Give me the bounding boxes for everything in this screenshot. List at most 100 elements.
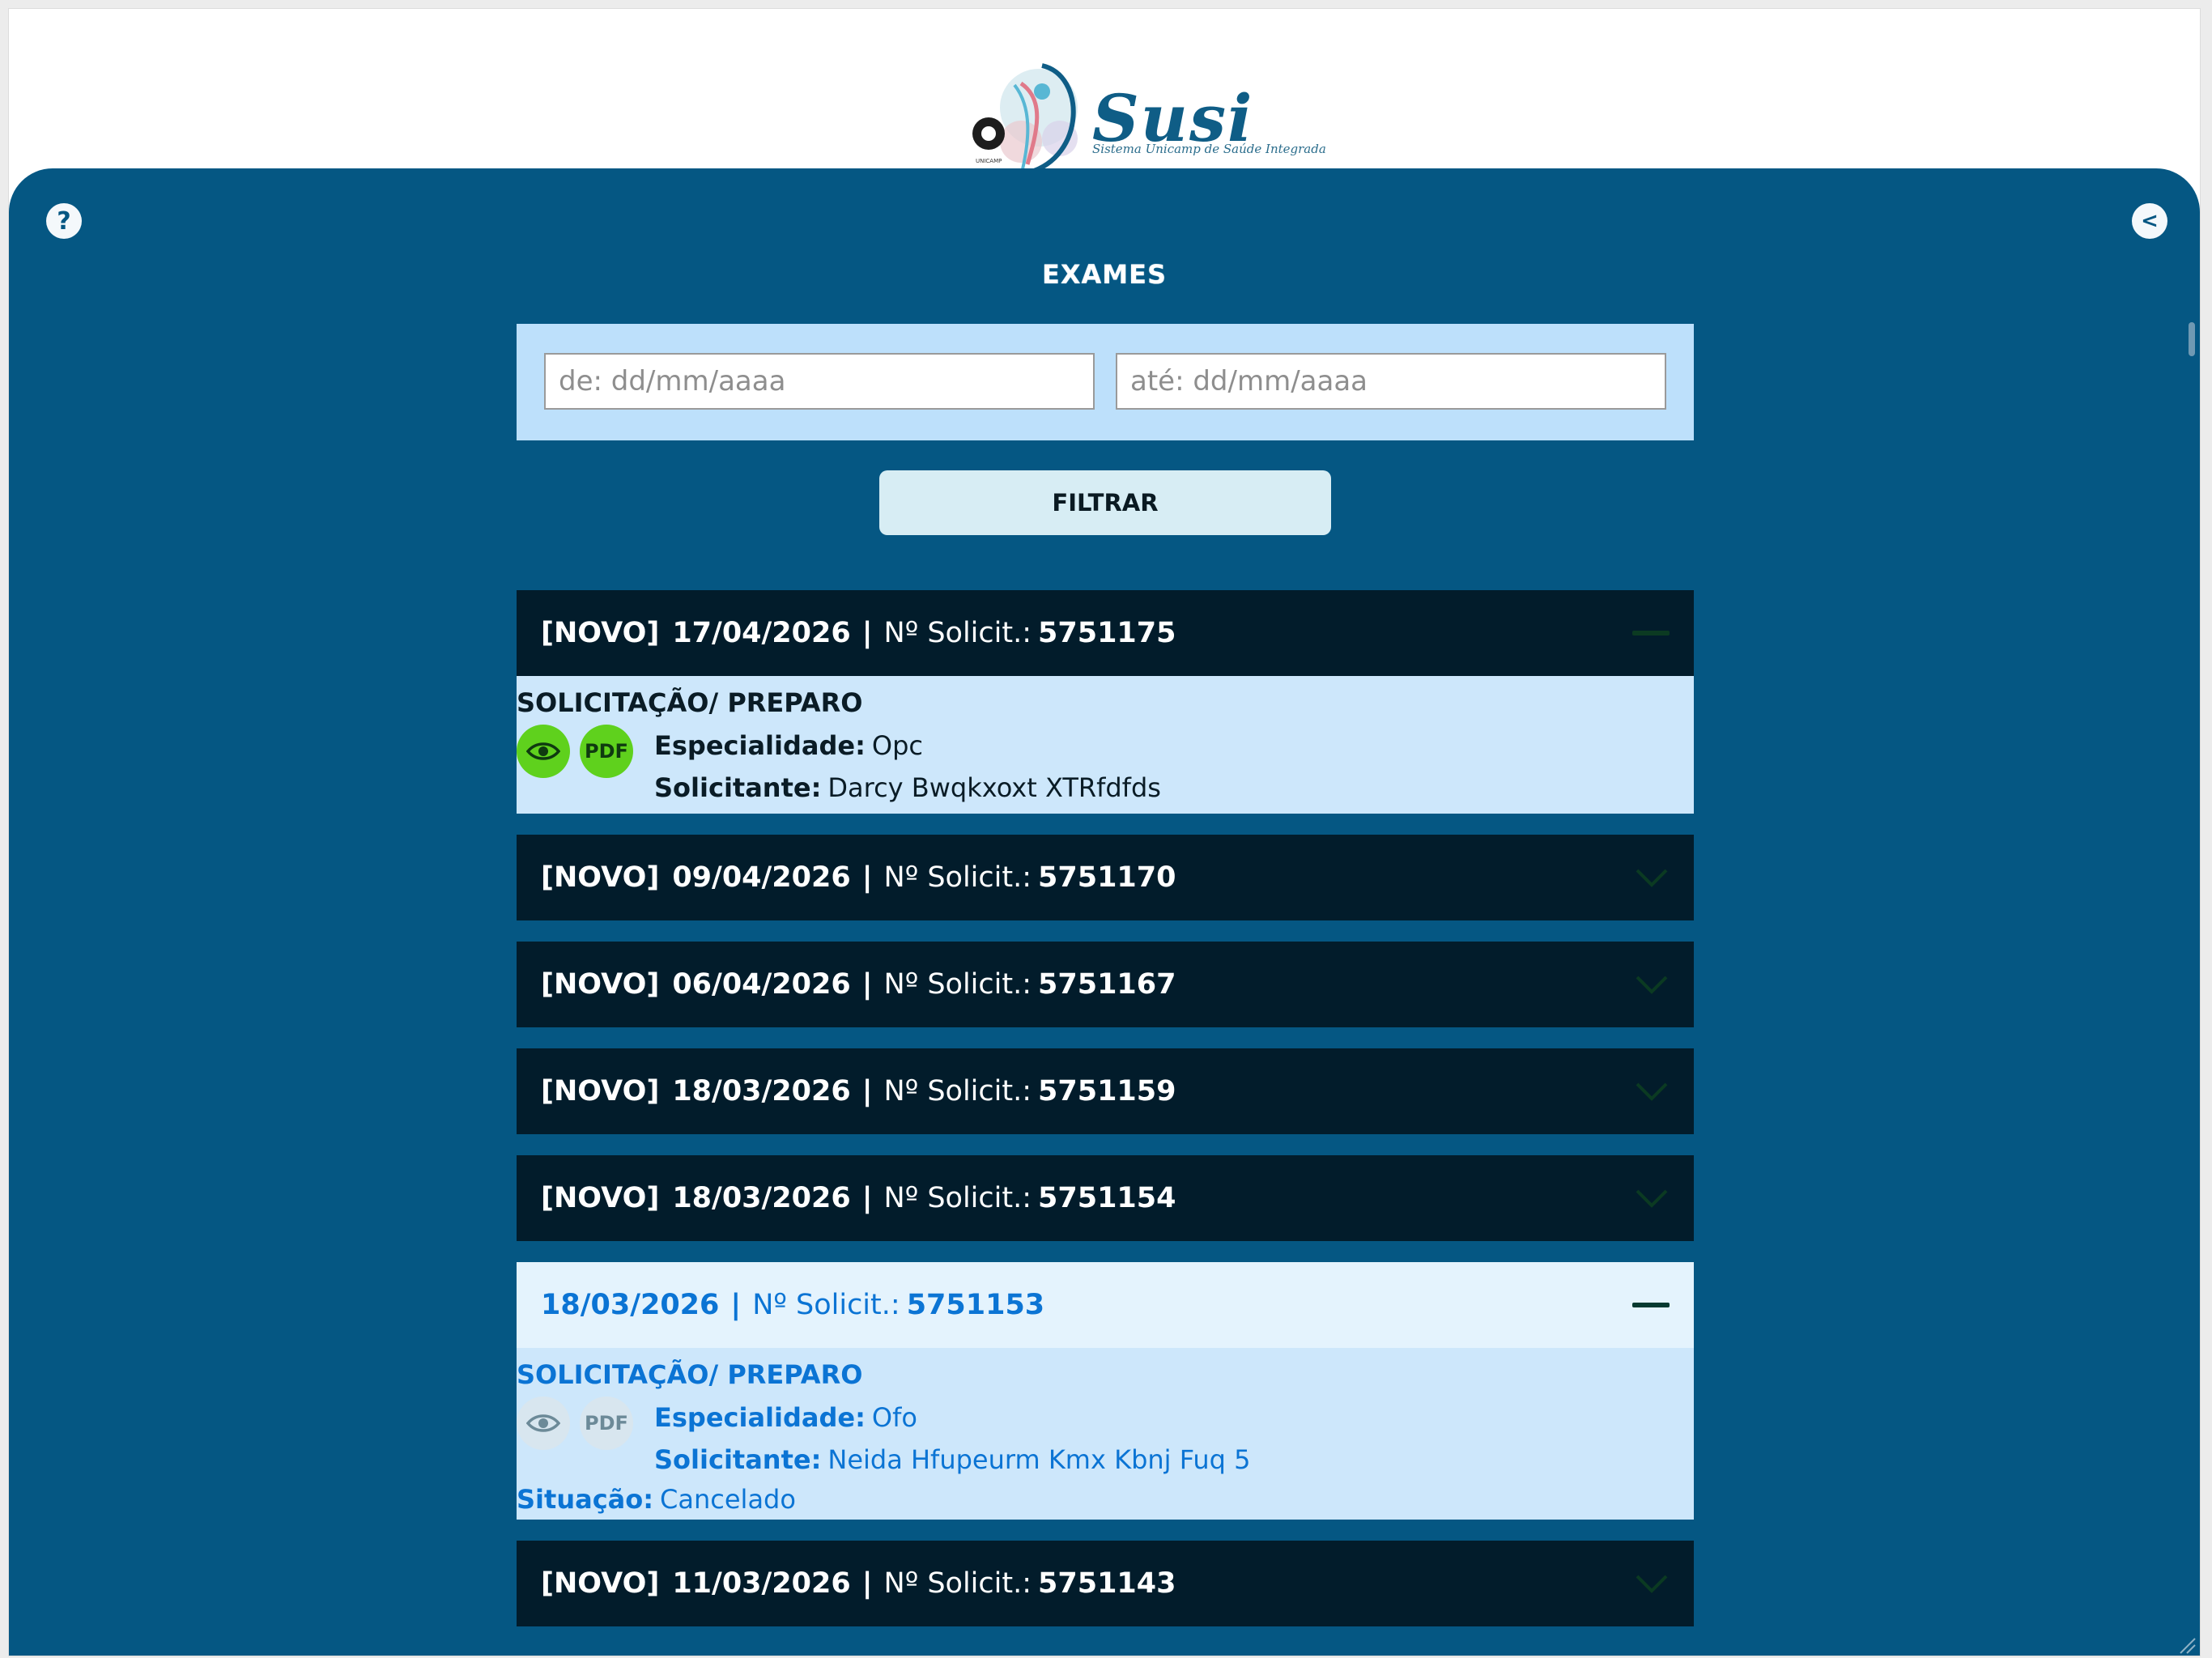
header-separator: | xyxy=(861,1182,873,1214)
page-title: EXAMES xyxy=(1041,259,1168,290)
situacao-field: Situação: Cancelado xyxy=(517,1484,1694,1515)
section-title: SOLICITAÇÃO/ PREPARO xyxy=(517,687,863,718)
exam-number: 5751170 xyxy=(1038,861,1176,894)
exam-number: 5751153 xyxy=(906,1289,1045,1321)
new-badge: [NOVO] xyxy=(541,968,660,1001)
exam-number: 5751143 xyxy=(1038,1567,1176,1600)
exam-header[interactable]: [NOVO] 18/03/2026 | Nº Solicit.: 5751154 xyxy=(517,1155,1694,1241)
chevron-down-icon[interactable] xyxy=(1634,1188,1670,1209)
pdf-icon: PDF xyxy=(585,1412,628,1435)
new-badge: [NOVO] xyxy=(541,1075,660,1107)
exam-date: 18/03/2026 xyxy=(672,1182,851,1214)
exam-fields: Especialidade: Ofo Solicitante: Neida Hfupe… xyxy=(654,1397,1251,1481)
exam-date: 18/03/2026 xyxy=(672,1075,851,1107)
exam-date: 06/04/2026 xyxy=(672,968,851,1001)
date-filter-box xyxy=(517,324,1694,440)
solicitante-field: Solicitante: Neida Hfupeurm Kmx Kbnj Fuq … xyxy=(654,1439,1251,1481)
situacao-value: Cancelado xyxy=(660,1484,796,1515)
exam-number: 5751167 xyxy=(1038,968,1176,1001)
back-button[interactable]: < xyxy=(2132,203,2167,239)
exam-number: 5751154 xyxy=(1038,1182,1176,1214)
solicit-label: Nº Solicit.: xyxy=(883,1567,1032,1600)
pdf-button[interactable]: PDF xyxy=(580,725,633,778)
header-separator: | xyxy=(861,968,873,1001)
susi-logo: Susi Sistema Unicamp de Saúde Integrada … xyxy=(964,51,1326,181)
exam-item: [NOVO] 18/03/2026 | Nº Solicit.: 5751154 xyxy=(517,1155,1694,1241)
new-badge: [NOVO] xyxy=(541,861,660,894)
solicitante-label: Solicitante: xyxy=(654,772,822,803)
header-separator: | xyxy=(861,1567,873,1600)
action-icons: PDF xyxy=(517,725,643,778)
filter-button[interactable]: FILTRAR xyxy=(879,470,1331,535)
solicitante-label: Solicitante: xyxy=(654,1444,822,1475)
exam-item: [NOVO] 09/04/2026 | Nº Solicit.: 5751170 xyxy=(517,835,1694,920)
especialidade-label: Especialidade: xyxy=(654,1402,866,1433)
exam-number: 5751159 xyxy=(1038,1075,1176,1107)
detail-row: PDF Especialidade: Ofo Solicitante: Neida Hf… xyxy=(517,1397,1694,1481)
date-to-input[interactable] xyxy=(1116,353,1666,410)
app-window: Susi Sistema Unicamp de Saúde Integrada … xyxy=(8,8,2201,1656)
view-button[interactable] xyxy=(517,725,570,778)
help-icon: ? xyxy=(57,206,71,236)
header-separator: | xyxy=(861,1075,873,1107)
new-badge: [NOVO] xyxy=(541,1182,660,1214)
chevron-down-icon[interactable] xyxy=(1634,1081,1670,1102)
action-icons: PDF xyxy=(517,1397,643,1450)
especialidade-field: Especialidade: Ofo xyxy=(654,1397,1251,1439)
exam-item: [NOVO] 06/04/2026 | Nº Solicit.: 5751167 xyxy=(517,942,1694,1027)
exam-item: [NOVO] 17/04/2026 | Nº Solicit.: 5751175 SOLI… xyxy=(517,590,1694,814)
view-button[interactable] xyxy=(517,1397,570,1450)
exam-item: 18/03/2026 | Nº Solicit.: 5751153 SOLICITAÇÃ… xyxy=(517,1262,1694,1520)
exam-list: [NOVO] 17/04/2026 | Nº Solicit.: 5751175 SOLI… xyxy=(517,590,1694,1647)
solicit-label: Nº Solicit.: xyxy=(883,968,1032,1001)
chevron-down-icon[interactable] xyxy=(1634,867,1670,888)
header-separator: | xyxy=(730,1289,742,1321)
section-title: SOLICITAÇÃO/ PREPARO xyxy=(517,1359,863,1390)
main-panel: ? < EXAMES FILTRAR [NOVO] 17/04/2026 | Nº S… xyxy=(9,168,2200,1656)
chevron-down-icon[interactable] xyxy=(1634,1573,1670,1594)
exam-date: 11/03/2026 xyxy=(672,1567,851,1600)
detail-row: PDF Especialidade: Opc Solicitante: Darcy Bw… xyxy=(517,725,1694,809)
exam-item: [NOVO] 11/03/2026 | Nº Solicit.: 5751143 xyxy=(517,1541,1694,1626)
solicit-label: Nº Solicit.: xyxy=(883,617,1032,649)
especialidade-value: Ofo xyxy=(871,1402,917,1433)
header-separator: | xyxy=(861,617,873,649)
solicitante-field: Solicitante: Darcy Bwqkxoxt XTRfdfds xyxy=(654,767,1161,809)
chevron-left-icon: < xyxy=(2141,209,2159,233)
solicit-label: Nº Solicit.: xyxy=(752,1289,900,1321)
exam-item: [NOVO] 18/03/2026 | Nº Solicit.: 5751159 xyxy=(517,1048,1694,1134)
eye-icon xyxy=(526,742,560,760)
logo-univ-text: UNICAMP xyxy=(976,158,1002,164)
exam-header[interactable]: [NOVO] 06/04/2026 | Nº Solicit.: 5751167 xyxy=(517,942,1694,1027)
exam-fields: Especialidade: Opc Solicitante: Darcy Bwqkx… xyxy=(654,725,1161,809)
exam-header[interactable]: [NOVO] 17/04/2026 | Nº Solicit.: 5751175 xyxy=(517,590,1694,676)
exam-header[interactable]: [NOVO] 11/03/2026 | Nº Solicit.: 5751143 xyxy=(517,1541,1694,1626)
eye-icon xyxy=(526,1414,560,1432)
collapse-icon[interactable] xyxy=(1632,629,1670,637)
especialidade-label: Especialidade: xyxy=(654,730,866,761)
pdf-button[interactable]: PDF xyxy=(580,1397,633,1450)
scrollbar-thumb[interactable] xyxy=(2189,322,2195,356)
new-badge: [NOVO] xyxy=(541,617,660,649)
solicit-label: Nº Solicit.: xyxy=(883,1182,1032,1214)
exam-date: 09/04/2026 xyxy=(672,861,851,894)
resize-grip-icon[interactable] xyxy=(2176,1634,2197,1655)
header-separator: | xyxy=(861,861,873,894)
exam-header[interactable]: 18/03/2026 | Nº Solicit.: 5751153 xyxy=(517,1262,1694,1348)
situacao-label: Situação: xyxy=(517,1484,654,1515)
exam-date: 18/03/2026 xyxy=(541,1289,720,1321)
pdf-icon: PDF xyxy=(585,740,628,763)
exam-header[interactable]: [NOVO] 18/03/2026 | Nº Solicit.: 5751159 xyxy=(517,1048,1694,1134)
help-button[interactable]: ? xyxy=(46,203,82,239)
especialidade-value: Opc xyxy=(871,730,923,761)
solicitante-value: Darcy Bwqkxoxt XTRfdfds xyxy=(827,772,1161,803)
chevron-down-icon[interactable] xyxy=(1634,974,1670,995)
especialidade-field: Especialidade: Opc xyxy=(654,725,1161,767)
exam-detail: SOLICITAÇÃO/ PREPARO PDF Especialidade: Ofo… xyxy=(517,1348,1694,1520)
exam-number: 5751175 xyxy=(1038,617,1176,649)
exam-detail: SOLICITAÇÃO/ PREPARO PDF Especialidade: Opc… xyxy=(517,676,1694,814)
exam-header[interactable]: [NOVO] 09/04/2026 | Nº Solicit.: 5751170 xyxy=(517,835,1694,920)
date-from-input[interactable] xyxy=(544,353,1095,410)
collapse-icon[interactable] xyxy=(1632,1301,1670,1309)
solicitante-value: Neida Hfupeurm Kmx Kbnj Fuq 5 xyxy=(827,1444,1251,1475)
